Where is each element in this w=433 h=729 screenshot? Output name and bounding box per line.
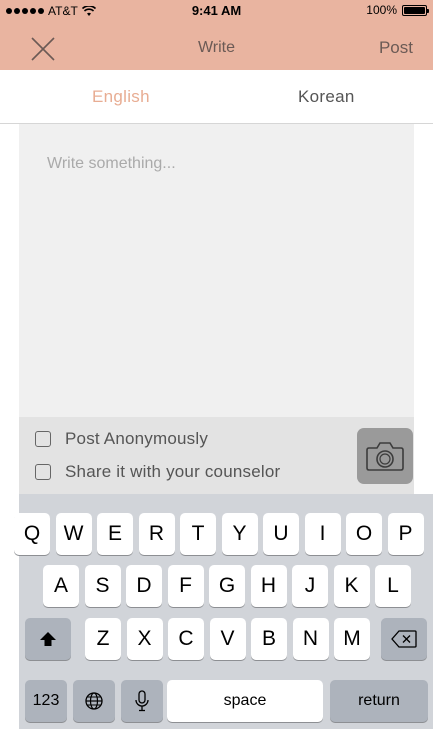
key-d[interactable]: D: [126, 565, 162, 607]
key-p[interactable]: P: [387, 513, 424, 555]
key-o[interactable]: O: [346, 513, 382, 555]
battery-percent: 100%: [366, 3, 397, 17]
tab-english[interactable]: English: [92, 87, 150, 107]
compose-margin-left: [0, 124, 19, 417]
compose-area: [19, 124, 414, 417]
key-r[interactable]: R: [138, 513, 175, 555]
key-s[interactable]: S: [84, 565, 121, 607]
backspace-key[interactable]: [381, 618, 427, 660]
post-anonymously-option[interactable]: Post Anonymously: [35, 429, 208, 449]
post-anonymously-checkbox[interactable]: [35, 431, 51, 447]
key-c[interactable]: C: [168, 618, 204, 660]
status-right: 100%: [366, 3, 429, 17]
key-b[interactable]: B: [251, 618, 287, 660]
post-options: Post Anonymously Share it with your coun…: [19, 417, 414, 494]
post-anonymously-label: Post Anonymously: [65, 429, 209, 448]
compose-margin-right: [414, 124, 433, 417]
key-a[interactable]: A: [43, 565, 79, 607]
key-i[interactable]: I: [304, 513, 341, 555]
numbers-key[interactable]: 123: [25, 680, 67, 722]
share-counselor-option[interactable]: Share it with your counselor: [35, 462, 280, 482]
key-m[interactable]: M: [334, 618, 370, 660]
globe-icon: [85, 692, 103, 710]
key-n[interactable]: N: [292, 618, 329, 660]
shift-key[interactable]: [25, 618, 71, 660]
battery-fill: [404, 6, 425, 14]
post-text-input[interactable]: [19, 124, 414, 417]
key-w[interactable]: W: [55, 513, 92, 555]
return-key[interactable]: return: [330, 680, 428, 722]
space-key[interactable]: space: [167, 680, 323, 722]
share-counselor-checkbox[interactable]: [35, 464, 51, 480]
key-h[interactable]: H: [250, 565, 287, 607]
key-l[interactable]: L: [375, 565, 411, 607]
nav-bar: Write Post: [0, 22, 433, 70]
key-y[interactable]: Y: [221, 513, 258, 555]
page-title: Write: [197, 39, 236, 56]
language-tabs: English Korean: [0, 70, 433, 124]
post-button[interactable]: Post: [379, 38, 413, 58]
key-f[interactable]: F: [167, 565, 204, 607]
key-j[interactable]: J: [292, 565, 328, 607]
header: AT&T 9:41 AM 100% Write Post: [0, 0, 433, 70]
shift-icon: [40, 632, 56, 646]
key-u[interactable]: U: [263, 513, 299, 555]
key-k[interactable]: K: [333, 565, 370, 607]
key-q[interactable]: Q: [14, 513, 50, 555]
share-counselor-label: Share it with your counselor: [65, 462, 281, 481]
tab-korean[interactable]: Korean: [298, 87, 355, 107]
camera-icon: [366, 442, 404, 471]
microphone-icon: [135, 690, 149, 712]
key-v[interactable]: V: [209, 618, 246, 660]
globe-key[interactable]: [73, 680, 115, 722]
keyboard: 123 space return QWERTYUIOP ASDFGHJKL Z X …: [14, 494, 433, 729]
key-x[interactable]: X: [126, 618, 163, 660]
key-e[interactable]: E: [97, 513, 133, 555]
backspace-icon: [391, 630, 417, 648]
status-bar: AT&T 9:41 AM 100%: [0, 0, 433, 22]
camera-button[interactable]: [357, 428, 413, 484]
battery-icon: [402, 4, 429, 16]
key-z[interactable]: Z: [85, 618, 121, 660]
key-t[interactable]: T: [180, 513, 216, 555]
key-g[interactable]: G: [209, 565, 245, 607]
microphone-key[interactable]: [121, 680, 163, 722]
